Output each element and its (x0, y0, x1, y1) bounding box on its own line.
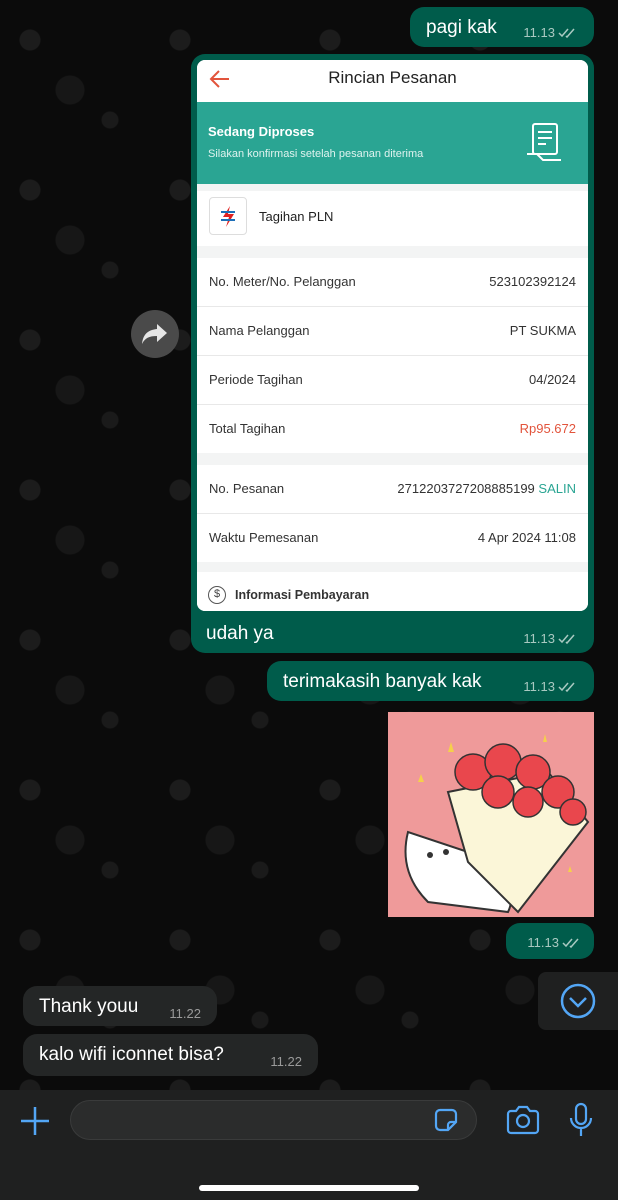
message-text: terimakasih banyak kak (283, 671, 482, 692)
message-time: 11.13 (527, 935, 559, 950)
message-bubble-outgoing[interactable]: pagi kak 11.13 (410, 7, 594, 47)
detail-value: PT SUKMA (509, 323, 576, 338)
mic-icon[interactable] (566, 1102, 596, 1138)
plus-icon[interactable] (18, 1104, 52, 1138)
detail-value: 523102392124 (489, 274, 576, 289)
total-amount: Rp95.672 (519, 421, 576, 436)
scroll-to-bottom-button[interactable] (538, 972, 618, 1030)
camera-icon[interactable] (505, 1104, 541, 1136)
bouquet-sticker-image (404, 734, 590, 914)
message-text: pagi kak (426, 17, 497, 38)
message-input[interactable] (70, 1100, 477, 1140)
message-time: 11.22 (270, 1054, 302, 1069)
scroll-down-icon (560, 983, 596, 1019)
forward-icon (142, 324, 167, 344)
receipt-title: Rincian Pesanan (328, 68, 457, 87)
double-check-icon (558, 682, 575, 692)
order-number: 2712203727208885199 (397, 481, 535, 496)
order-time-row: Waktu Pemesanan 4 Apr 2024 11:08 (197, 514, 588, 562)
detail-row: Periode Tagihan 04/2024 (197, 356, 588, 404)
receipt-icon (527, 123, 561, 161)
order-number-value: 2712203727208885199 SALIN (397, 481, 576, 496)
order-time-value: 4 Apr 2024 11:08 (477, 530, 576, 545)
message-bubble-incoming[interactable]: kalo wifi iconnet bisa? 11.22 (23, 1034, 318, 1076)
detail-label: No. Meter/No. Pelanggan (209, 274, 356, 289)
double-check-icon (558, 28, 575, 38)
biller-name: Tagihan PLN (259, 209, 334, 224)
message-bubble-outgoing: 11.13 (506, 923, 594, 959)
message-meta: 11.13 (523, 25, 578, 40)
pln-logo (209, 197, 247, 235)
dollar-icon: $ (208, 586, 226, 604)
chat-background: pagi kak 11.13 udah ya 11.13 Rincian Pes… (0, 0, 618, 1090)
order-number-row: No. Pesanan 2712203727208885199 SALIN (197, 465, 588, 513)
biller-row: Tagihan PLN (197, 191, 588, 246)
composer-bar (0, 1090, 618, 1200)
status-title: Sedang Diproses (208, 124, 315, 139)
message-time: 11.13 (523, 631, 555, 646)
receipt-header: Rincian Pesanan (197, 60, 588, 102)
copy-button[interactable]: SALIN (538, 481, 576, 496)
order-number-label: No. Pesanan (209, 481, 285, 496)
message-time: 11.13 (523, 25, 555, 40)
message-time: 11.13 (523, 679, 555, 694)
double-check-icon (562, 938, 579, 948)
order-time-label: Waktu Pemesanan (209, 530, 319, 545)
payment-info-title: Informasi Pembayaran (235, 588, 370, 602)
detail-row: Nama Pelanggan PT SUKMA (197, 307, 588, 355)
detail-row: No. Meter/No. Pelanggan 523102392124 (197, 258, 588, 306)
sticker-message[interactable] (388, 712, 594, 917)
detail-label: Total Tagihan (209, 421, 286, 436)
image-caption: udah ya (206, 623, 274, 644)
detail-row: Total Tagihan Rp95.672 (197, 405, 588, 453)
detail-value: 04/2024 (529, 372, 576, 387)
double-check-icon (558, 634, 575, 644)
message-bubble-incoming[interactable]: Thank youu 11.22 (23, 986, 217, 1026)
sticker-icon[interactable] (432, 1106, 460, 1134)
message-text: Thank youu (39, 996, 139, 1017)
detail-label: Nama Pelanggan (209, 323, 310, 338)
detail-label: Periode Tagihan (209, 372, 303, 387)
message-bubble-outgoing[interactable]: terimakasih banyak kak 11.13 (267, 661, 594, 701)
message-meta: 11.13 (527, 935, 582, 950)
message-text: kalo wifi iconnet bisa? (39, 1044, 224, 1065)
message-time: 11.22 (169, 1006, 201, 1021)
receipt-screenshot[interactable]: Rincian Pesanan Sedang Diproses Silakan … (197, 60, 588, 611)
status-subtitle: Silakan konfirmasi setelah pesanan diter… (208, 148, 424, 160)
forward-button[interactable] (131, 310, 179, 358)
payment-info-section: $ Informasi Pembayaran (197, 572, 588, 611)
message-meta: 11.13 (523, 679, 578, 694)
order-status-banner: Sedang Diproses Silakan konfirmasi setel… (197, 102, 588, 184)
home-indicator (199, 1185, 419, 1191)
message-meta: 11.13 (523, 631, 578, 646)
